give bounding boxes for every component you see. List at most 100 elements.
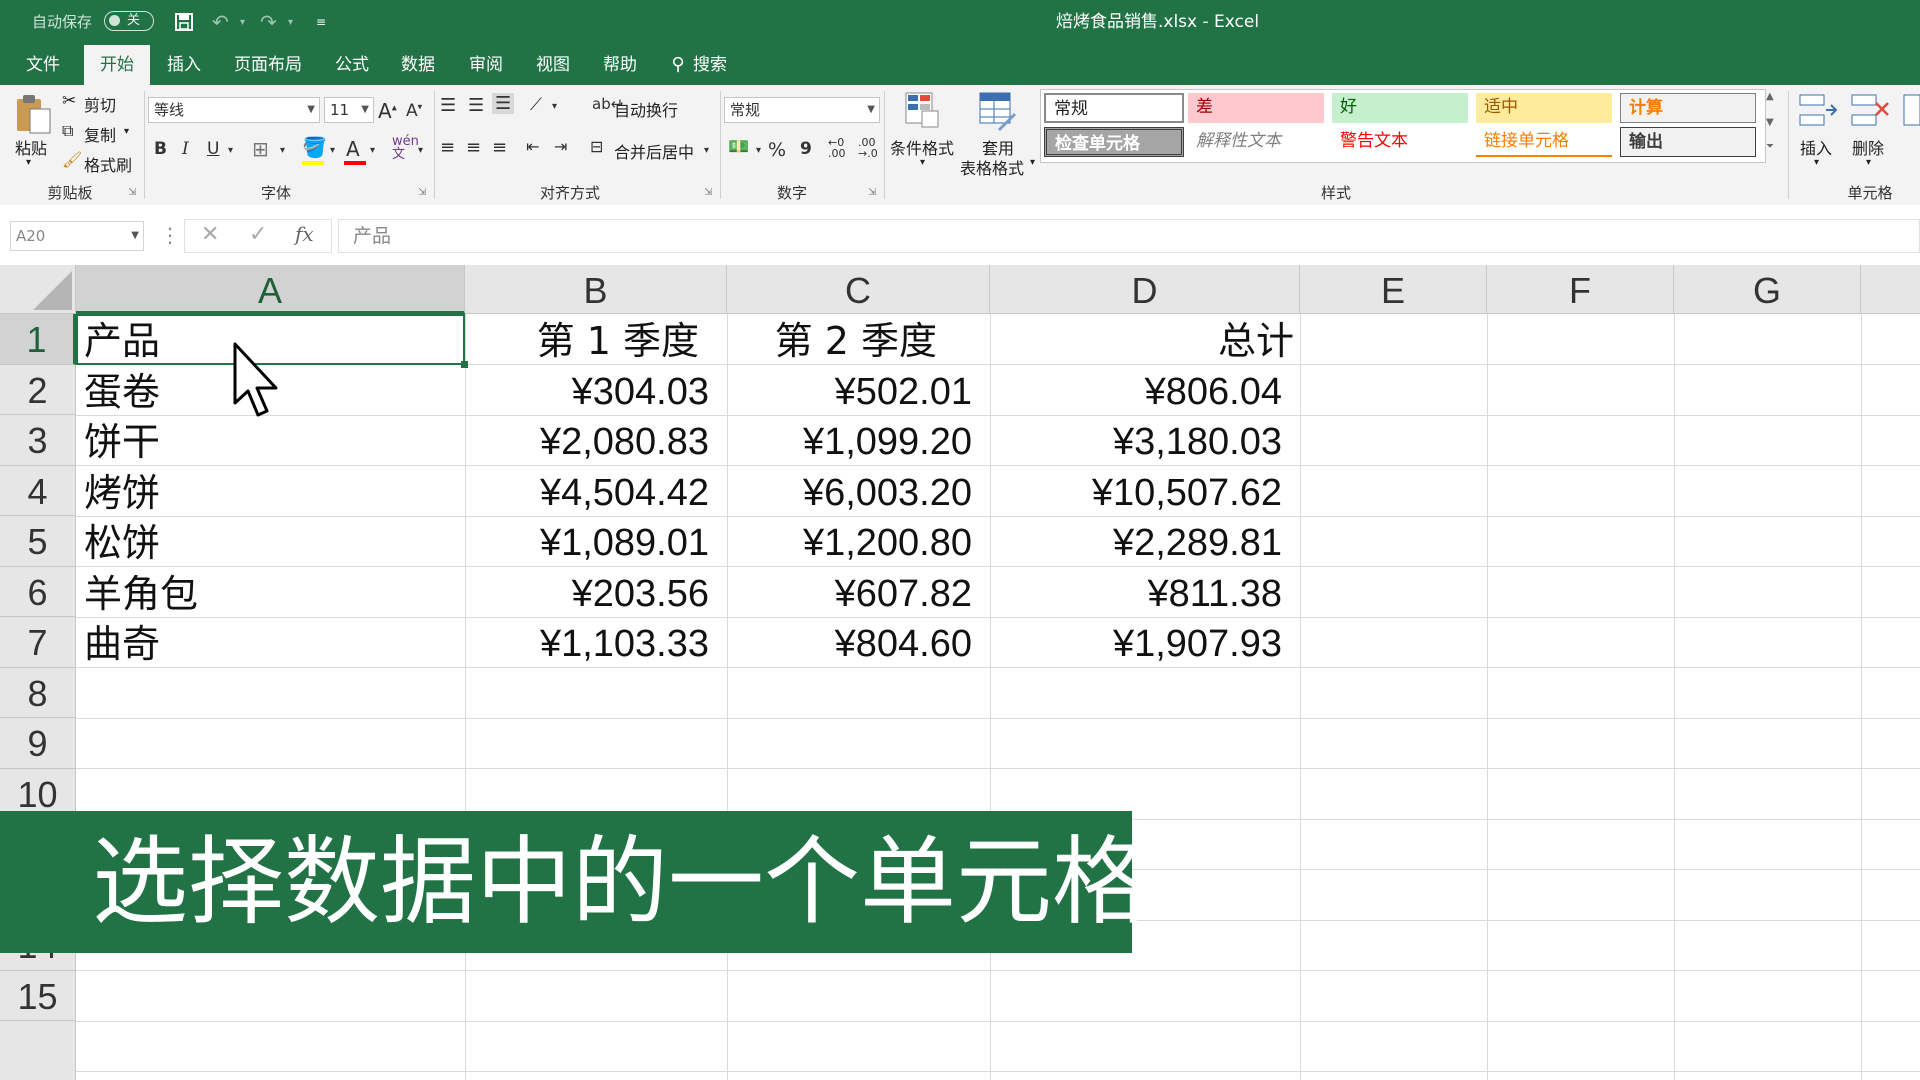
phonetic-guide-icon[interactable]: wén 文 — [392, 135, 419, 161]
style-calculation[interactable]: 计算 — [1620, 93, 1756, 123]
column-header-c[interactable]: C — [727, 265, 990, 314]
increase-indent-icon[interactable]: ⇥ — [554, 137, 567, 156]
orientation-icon[interactable]: ⟋ — [530, 95, 542, 115]
align-left-icon[interactable]: ≡ — [440, 137, 455, 158]
style-explanatory[interactable]: 解释性文本 — [1188, 127, 1324, 157]
gallery-scroll-down-icon[interactable]: ▼ — [1766, 117, 1774, 128]
format-as-table-icon[interactable] — [978, 91, 1018, 131]
cell-c3[interactable]: ¥1,099.20 — [727, 415, 972, 465]
align-right-icon[interactable]: ≡ — [492, 137, 507, 158]
cell-b7[interactable]: ¥1,103.33 — [465, 617, 709, 667]
tab-formulas[interactable]: 公式 — [326, 45, 378, 85]
fill-color-dropdown-icon[interactable]: ▾ — [330, 145, 335, 156]
style-neutral[interactable]: 适中 — [1476, 93, 1612, 123]
orientation-dropdown-icon[interactable]: ▾ — [552, 101, 557, 112]
merge-dropdown-icon[interactable]: ▾ — [704, 145, 709, 156]
format-as-table-button[interactable]: 表格格式 — [960, 155, 1024, 179]
column-header-a[interactable]: A — [76, 265, 465, 314]
align-bottom-icon[interactable]: ☰ — [492, 93, 515, 114]
font-launcher-icon[interactable]: ⇲ — [418, 187, 426, 198]
align-top-icon[interactable]: ☰ — [440, 95, 456, 116]
number-launcher-icon[interactable]: ⇲ — [868, 187, 876, 198]
conditional-format-button[interactable]: 条件格式 — [890, 135, 954, 159]
shrink-font-icon[interactable]: A▾ — [406, 101, 422, 121]
undo-dropdown-icon[interactable]: ▾ — [240, 0, 245, 45]
autosave-toggle[interactable]: 关 — [104, 11, 154, 31]
border-dropdown-icon[interactable]: ▾ — [280, 145, 285, 156]
format-cells-icon[interactable] — [1902, 93, 1920, 129]
cell-c4[interactable]: ¥6,003.20 — [727, 466, 972, 516]
column-header-b[interactable]: B — [465, 265, 727, 314]
paste-dropdown-icon[interactable]: ▾ — [26, 157, 31, 168]
cell-a5[interactable]: 松饼 — [84, 516, 160, 566]
cell-b3[interactable]: ¥2,080.83 — [465, 415, 709, 465]
formula-input[interactable]: 产品 — [338, 219, 1920, 253]
insert-cells-button[interactable]: 插入 — [1800, 135, 1832, 159]
tab-page-layout[interactable]: 页面布局 — [226, 45, 310, 85]
column-header-g[interactable]: G — [1674, 265, 1861, 314]
font-name-combo[interactable]: 等线 ▼ — [148, 97, 320, 123]
increase-decimal-icon[interactable]: ←0.00 — [828, 137, 846, 159]
font-size-combo[interactable]: 11 ▼ — [324, 97, 374, 123]
cell-c7[interactable]: ¥804.60 — [727, 617, 972, 667]
column-header-f[interactable]: F — [1487, 265, 1674, 314]
tab-file[interactable]: 文件 — [14, 45, 72, 85]
cell-b5[interactable]: ¥1,089.01 — [465, 516, 709, 566]
select-all-button[interactable] — [0, 265, 76, 314]
cell-d7[interactable]: ¥1,907.93 — [990, 617, 1282, 667]
cell-b4[interactable]: ¥4,504.42 — [465, 466, 709, 516]
row-header-8[interactable]: 8 — [0, 667, 76, 718]
cut-button[interactable]: 剪切 — [84, 92, 116, 116]
style-bad[interactable]: 差 — [1188, 93, 1324, 123]
row-header-5[interactable]: 5 — [0, 516, 76, 567]
accounting-format-icon[interactable]: 💵 — [728, 137, 749, 157]
enter-icon[interactable]: ✓ — [249, 222, 267, 247]
style-output[interactable]: 输出 — [1620, 127, 1756, 157]
conditional-dropdown-icon[interactable]: ▾ — [920, 157, 925, 168]
cell-a7[interactable]: 曲奇 — [84, 617, 160, 667]
copy-dropdown-icon[interactable]: ▾ — [124, 126, 129, 137]
row-header-4[interactable]: 4 — [0, 465, 76, 516]
decrease-indent-icon[interactable]: ⇤ — [526, 137, 539, 156]
gallery-more-icon[interactable]: ⏷ — [1766, 141, 1774, 152]
cell-a6[interactable]: 羊角包 — [84, 567, 198, 617]
cell-d2[interactable]: ¥806.04 — [990, 365, 1282, 415]
redo-dropdown-icon[interactable]: ▾ — [288, 0, 293, 45]
border-icon[interactable]: ⊞ — [252, 137, 269, 161]
cell-d6[interactable]: ¥811.38 — [990, 567, 1282, 617]
row-header-6[interactable]: 6 — [0, 566, 76, 617]
clipboard-launcher-icon[interactable]: ⇲ — [128, 187, 136, 198]
alignment-launcher-icon[interactable]: ⇲ — [704, 187, 712, 198]
fill-color-icon[interactable]: 🪣 — [302, 135, 327, 159]
cell-a4[interactable]: 烤饼 — [84, 466, 160, 516]
merge-center-button[interactable]: 合并后居中 — [614, 139, 694, 163]
cell-b6[interactable]: ¥203.56 — [465, 567, 709, 617]
cell-c1[interactable]: 第 2 季度 — [727, 314, 937, 364]
underline-button[interactable]: U — [207, 139, 219, 159]
style-linked-cell[interactable]: 链接单元格 — [1476, 127, 1612, 157]
tab-data[interactable]: 数据 — [392, 45, 444, 85]
insert-dropdown-icon[interactable]: ▾ — [1814, 157, 1819, 168]
delete-dropdown-icon[interactable]: ▾ — [1866, 157, 1871, 168]
format-as-table-dropdown-icon[interactable]: ▾ — [1030, 157, 1035, 168]
delete-cells-icon[interactable] — [1850, 93, 1890, 129]
paste-icon[interactable] — [14, 93, 52, 135]
cancel-icon[interactable]: ✕ — [201, 222, 219, 247]
tab-view[interactable]: 视图 — [527, 45, 579, 85]
cell-a1[interactable]: 产品 — [84, 314, 160, 364]
cell-d4[interactable]: ¥10,507.62 — [990, 466, 1282, 516]
percent-button[interactable]: % — [768, 139, 786, 161]
decrease-decimal-icon[interactable]: .00 →.0 — [858, 137, 878, 159]
cell-c5[interactable]: ¥1,200.80 — [727, 516, 972, 566]
comma-style-button[interactable]: 9 — [800, 139, 812, 159]
italic-button[interactable]: I — [182, 139, 189, 159]
delete-cells-button[interactable]: 删除 — [1852, 135, 1884, 159]
column-header-e[interactable]: E — [1300, 265, 1487, 314]
insert-function-button[interactable]: fx — [295, 222, 314, 246]
underline-dropdown-icon[interactable]: ▾ — [228, 145, 233, 156]
cell-d5[interactable]: ¥2,289.81 — [990, 516, 1282, 566]
cell-a2[interactable]: 蛋卷 — [84, 365, 160, 415]
more-options-icon[interactable]: ⋮ — [160, 223, 180, 247]
row-header-15[interactable]: 15 — [0, 970, 76, 1021]
cell-a3[interactable]: 饼干 — [84, 415, 160, 465]
